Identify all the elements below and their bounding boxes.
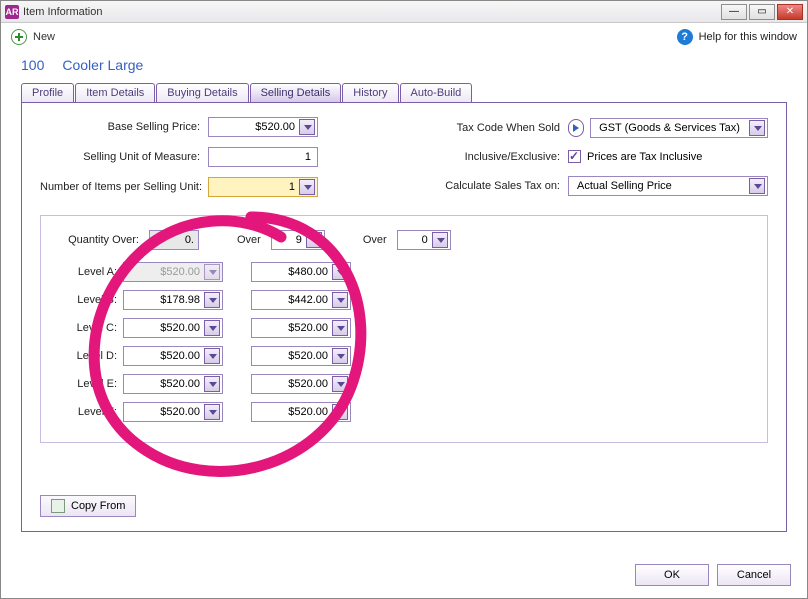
help-label: Help for this window bbox=[699, 31, 797, 43]
over-label-1: Over bbox=[237, 234, 261, 246]
app-icon: AR bbox=[5, 5, 19, 19]
level-f-price-2[interactable]: $520.00 bbox=[251, 402, 351, 422]
level-e-price-1[interactable]: $520.00 bbox=[123, 374, 223, 394]
chevron-down-icon[interactable] bbox=[332, 404, 348, 420]
tax-inclusive-checkbox[interactable] bbox=[568, 150, 581, 163]
level-e-price-2[interactable]: $520.00 bbox=[251, 374, 351, 394]
chevron-down-icon[interactable] bbox=[332, 264, 348, 280]
tab-buying-details[interactable]: Buying Details bbox=[156, 83, 248, 102]
level-c-label: Level C: bbox=[57, 322, 117, 334]
chevron-down-icon[interactable] bbox=[299, 119, 315, 135]
over-label-2: Over bbox=[363, 234, 387, 246]
tax-inclusive-checkbox-label: Prices are Tax Inclusive bbox=[587, 151, 702, 163]
titlebar: AR Item Information — ▭ ✕ bbox=[1, 1, 807, 23]
tax-code-zoom-button[interactable] bbox=[568, 119, 584, 137]
chevron-down-icon[interactable] bbox=[204, 348, 220, 364]
maximize-button[interactable]: ▭ bbox=[749, 4, 775, 20]
close-button[interactable]: ✕ bbox=[777, 4, 803, 20]
item-code: 100 bbox=[21, 57, 44, 73]
toolbar: New ? Help for this window bbox=[1, 23, 807, 51]
calc-sales-tax-label: Calculate Sales Tax on: bbox=[430, 180, 560, 192]
ok-button[interactable]: OK bbox=[635, 564, 709, 586]
tab-auto-build[interactable]: Auto-Build bbox=[400, 83, 473, 102]
level-f-label: Level F: bbox=[57, 406, 117, 418]
chevron-down-icon[interactable] bbox=[204, 292, 220, 308]
chevron-down-icon[interactable] bbox=[204, 320, 220, 336]
quantity-over-3[interactable]: 0 bbox=[397, 230, 451, 250]
chevron-down-icon[interactable] bbox=[332, 376, 348, 392]
level-d-label: Level D: bbox=[57, 350, 117, 362]
tax-code-field[interactable]: GST (Goods & Services Tax) bbox=[590, 118, 768, 138]
cancel-button[interactable]: Cancel bbox=[717, 564, 791, 586]
dialog-footer: OK Cancel bbox=[635, 564, 791, 586]
chevron-down-icon[interactable] bbox=[204, 404, 220, 420]
chevron-down-icon[interactable] bbox=[299, 179, 315, 195]
level-a-price-2[interactable]: $480.00 bbox=[251, 262, 351, 282]
items-per-unit-label: Number of Items per Selling Unit: bbox=[40, 181, 200, 193]
chevron-down-icon[interactable] bbox=[332, 348, 348, 364]
tab-selling-details[interactable]: Selling Details bbox=[250, 83, 342, 102]
level-a-label: Level A: bbox=[57, 266, 117, 278]
tab-item-details[interactable]: Item Details bbox=[75, 83, 155, 102]
level-b-label: Level B: bbox=[57, 294, 117, 306]
level-c-price-2[interactable]: $520.00 bbox=[251, 318, 351, 338]
tax-code-label: Tax Code When Sold bbox=[430, 122, 560, 134]
tab-profile[interactable]: Profile bbox=[21, 83, 74, 102]
help-link[interactable]: ? Help for this window bbox=[677, 29, 797, 45]
base-selling-price-field[interactable]: $520.00 bbox=[208, 117, 318, 137]
inclusive-exclusive-label: Inclusive/Exclusive: bbox=[430, 151, 560, 163]
level-f-price-1[interactable]: $520.00 bbox=[123, 402, 223, 422]
tab-history[interactable]: History bbox=[342, 83, 398, 102]
selling-details-panel: Base Selling Price: $520.00 Selling Unit… bbox=[21, 102, 787, 532]
copy-from-label: Copy From bbox=[71, 500, 125, 512]
quantity-over-1: 0. bbox=[149, 230, 199, 250]
pricing-levels-box: Quantity Over: 0. Over 9 Over 0 Level A:… bbox=[40, 215, 768, 443]
level-e-label: Level E: bbox=[57, 378, 117, 390]
level-a-price-1: $520.00 bbox=[123, 262, 223, 282]
level-b-price-1[interactable]: $178.98 bbox=[123, 290, 223, 310]
help-icon: ? bbox=[677, 29, 693, 45]
chevron-down-icon[interactable] bbox=[749, 120, 765, 136]
level-d-price-2[interactable]: $520.00 bbox=[251, 346, 351, 366]
chevron-down-icon[interactable] bbox=[204, 376, 220, 392]
chevron-down-icon[interactable] bbox=[749, 178, 765, 194]
base-selling-price-label: Base Selling Price: bbox=[40, 121, 200, 133]
copy-from-button[interactable]: Copy From bbox=[40, 495, 136, 517]
selling-uom-label: Selling Unit of Measure: bbox=[40, 151, 200, 163]
item-name: Cooler Large bbox=[62, 57, 143, 73]
new-label: New bbox=[33, 31, 55, 43]
chevron-down-icon[interactable] bbox=[332, 292, 348, 308]
plus-icon bbox=[11, 29, 27, 45]
level-d-price-1[interactable]: $520.00 bbox=[123, 346, 223, 366]
window-title: Item Information bbox=[23, 6, 717, 18]
copy-icon bbox=[51, 499, 65, 513]
minimize-button[interactable]: — bbox=[721, 4, 747, 20]
chevron-down-icon[interactable] bbox=[432, 232, 448, 248]
chevron-down-icon bbox=[204, 264, 220, 280]
quantity-over-label: Quantity Over: bbox=[57, 234, 139, 246]
items-per-unit-field[interactable]: 1 bbox=[208, 177, 318, 197]
quantity-over-2[interactable]: 9 bbox=[271, 230, 325, 250]
calc-sales-tax-field[interactable]: Actual Selling Price bbox=[568, 176, 768, 196]
chevron-down-icon[interactable] bbox=[306, 232, 322, 248]
level-b-price-2[interactable]: $442.00 bbox=[251, 290, 351, 310]
item-header: 100 Cooler Large bbox=[1, 51, 807, 83]
tabstrip: Profile Item Details Buying Details Sell… bbox=[21, 83, 807, 102]
selling-uom-field[interactable]: 1 bbox=[208, 147, 318, 167]
level-c-price-1[interactable]: $520.00 bbox=[123, 318, 223, 338]
new-button[interactable]: New bbox=[11, 29, 55, 45]
chevron-down-icon[interactable] bbox=[332, 320, 348, 336]
